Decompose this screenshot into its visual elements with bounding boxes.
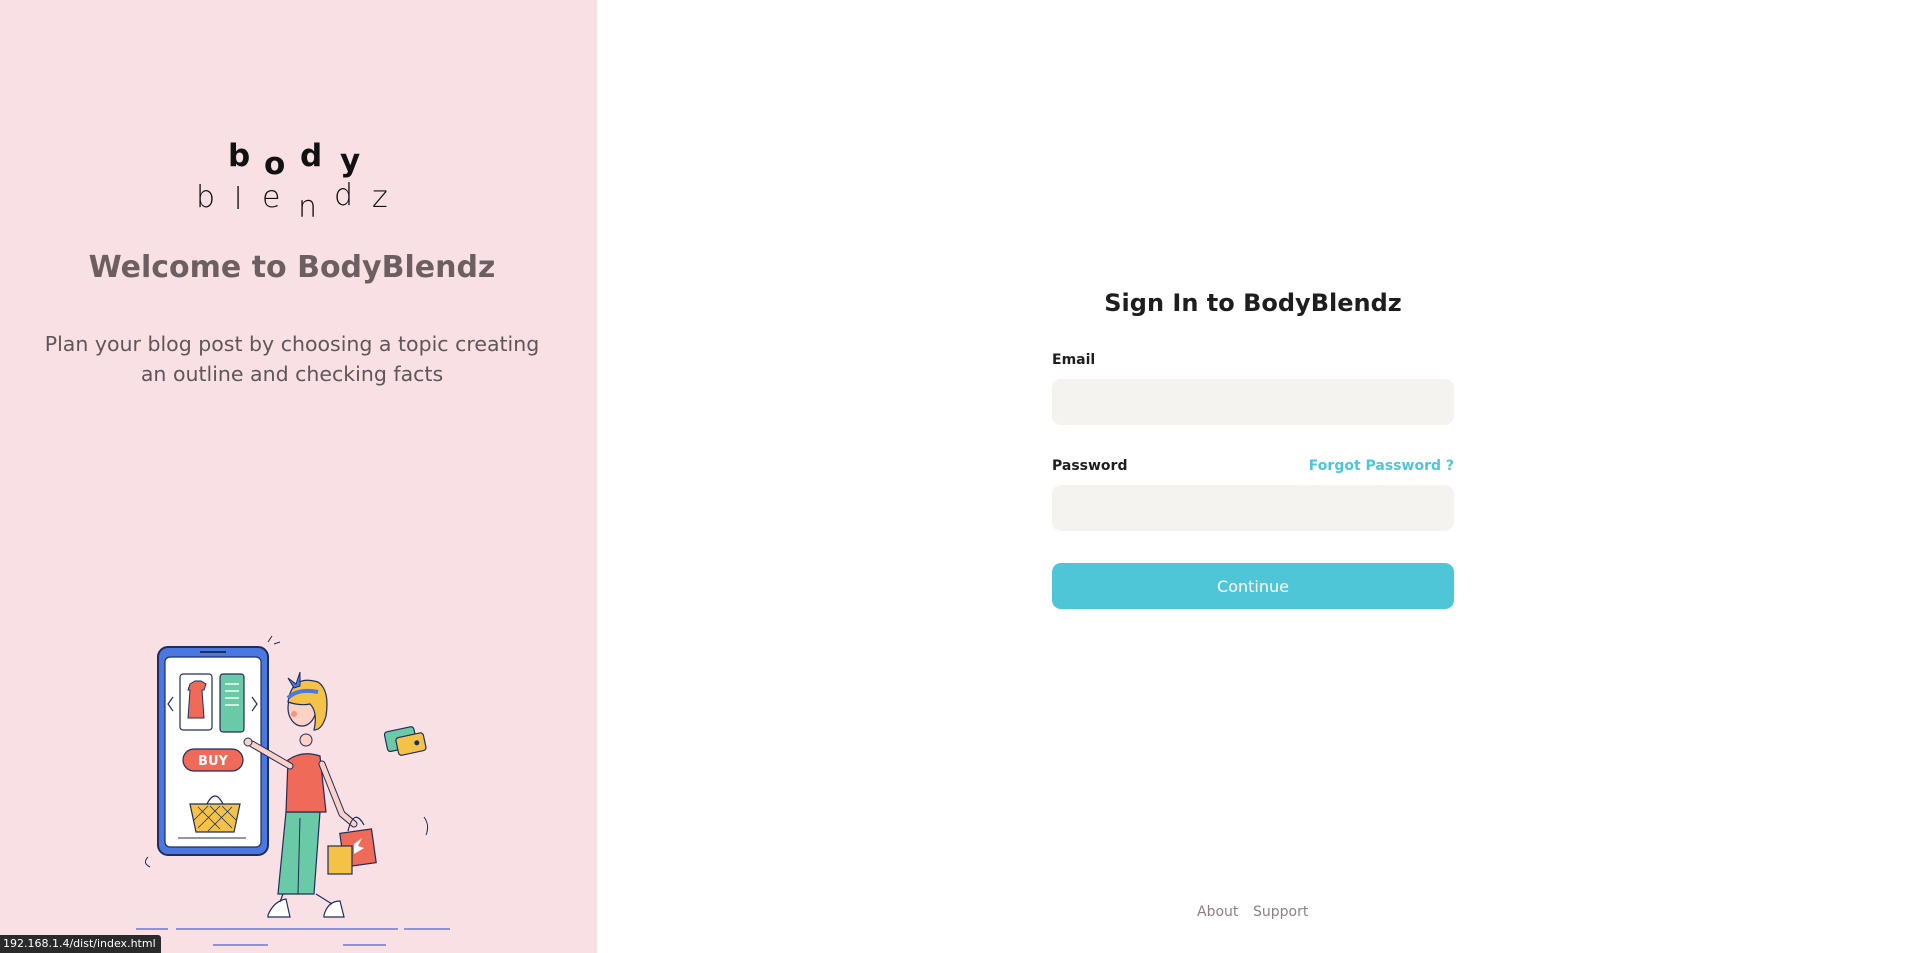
shopping-woman-illustration: BUY xyxy=(136,635,450,946)
illustration-buy-label: BUY xyxy=(198,754,228,769)
footer-support-link[interactable]: Support xyxy=(1253,904,1308,920)
logo-letter: l xyxy=(234,182,243,217)
logo-letter: b xyxy=(196,180,216,215)
left-panel: b o d y b l e n d z Welcome to BodyBlend… xyxy=(0,0,597,953)
logo-letter: o xyxy=(264,146,286,182)
forgot-password-link[interactable]: Forgot Password ? xyxy=(1309,458,1454,474)
continue-button[interactable]: Continue xyxy=(1052,563,1454,609)
logo-letter: z xyxy=(372,180,388,215)
logo-letter: b xyxy=(228,138,251,174)
email-label: Email xyxy=(1052,352,1096,368)
footer-about-link[interactable]: About xyxy=(1197,904,1238,920)
logo-letter: n xyxy=(298,190,318,225)
password-label: Password xyxy=(1052,458,1128,474)
logo-letter: d xyxy=(334,178,354,213)
welcome-tagline: Plan your blog post by choosing a topic … xyxy=(44,332,540,386)
welcome-heading: Welcome to BodyBlendz xyxy=(88,250,496,285)
email-field[interactable] xyxy=(1052,379,1454,425)
logo-letter: e xyxy=(262,180,281,215)
status-bar-url: 192.168.1.4/dist/index.html xyxy=(0,935,161,953)
bodyblendz-logo: b o d y b l e n d z xyxy=(190,138,400,225)
signin-title: Sign In to BodyBlendz xyxy=(1104,289,1402,317)
password-field[interactable] xyxy=(1052,485,1454,531)
logo-letter: y xyxy=(340,143,361,179)
logo-letter: d xyxy=(300,138,323,174)
